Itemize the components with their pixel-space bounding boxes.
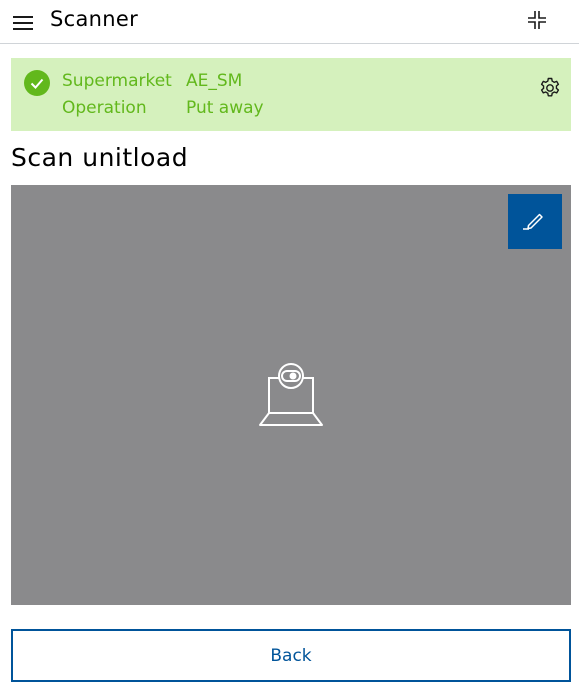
edit-button[interactable]	[508, 194, 562, 249]
supermarket-label: Supermarket	[62, 71, 172, 91]
app-title: Scanner	[50, 7, 139, 31]
scanner-camera-icon	[259, 363, 323, 426]
collapse-icon[interactable]	[525, 8, 549, 32]
back-button[interactable]: Back	[11, 629, 571, 682]
scanner-viewport[interactable]	[11, 185, 571, 605]
operation-value: Put away	[186, 98, 264, 118]
supermarket-value: AE_SM	[186, 71, 243, 91]
check-circle-icon	[24, 70, 50, 96]
top-app-bar: Scanner	[0, 0, 579, 44]
hamburger-menu-icon[interactable]	[12, 10, 36, 34]
pencil-icon	[523, 213, 543, 230]
operation-label: Operation	[62, 98, 147, 118]
page-title: Scan unitload	[11, 143, 189, 172]
status-card: Supermarket AE_SM Operation Put away	[11, 58, 571, 131]
gear-icon[interactable]	[538, 76, 562, 100]
